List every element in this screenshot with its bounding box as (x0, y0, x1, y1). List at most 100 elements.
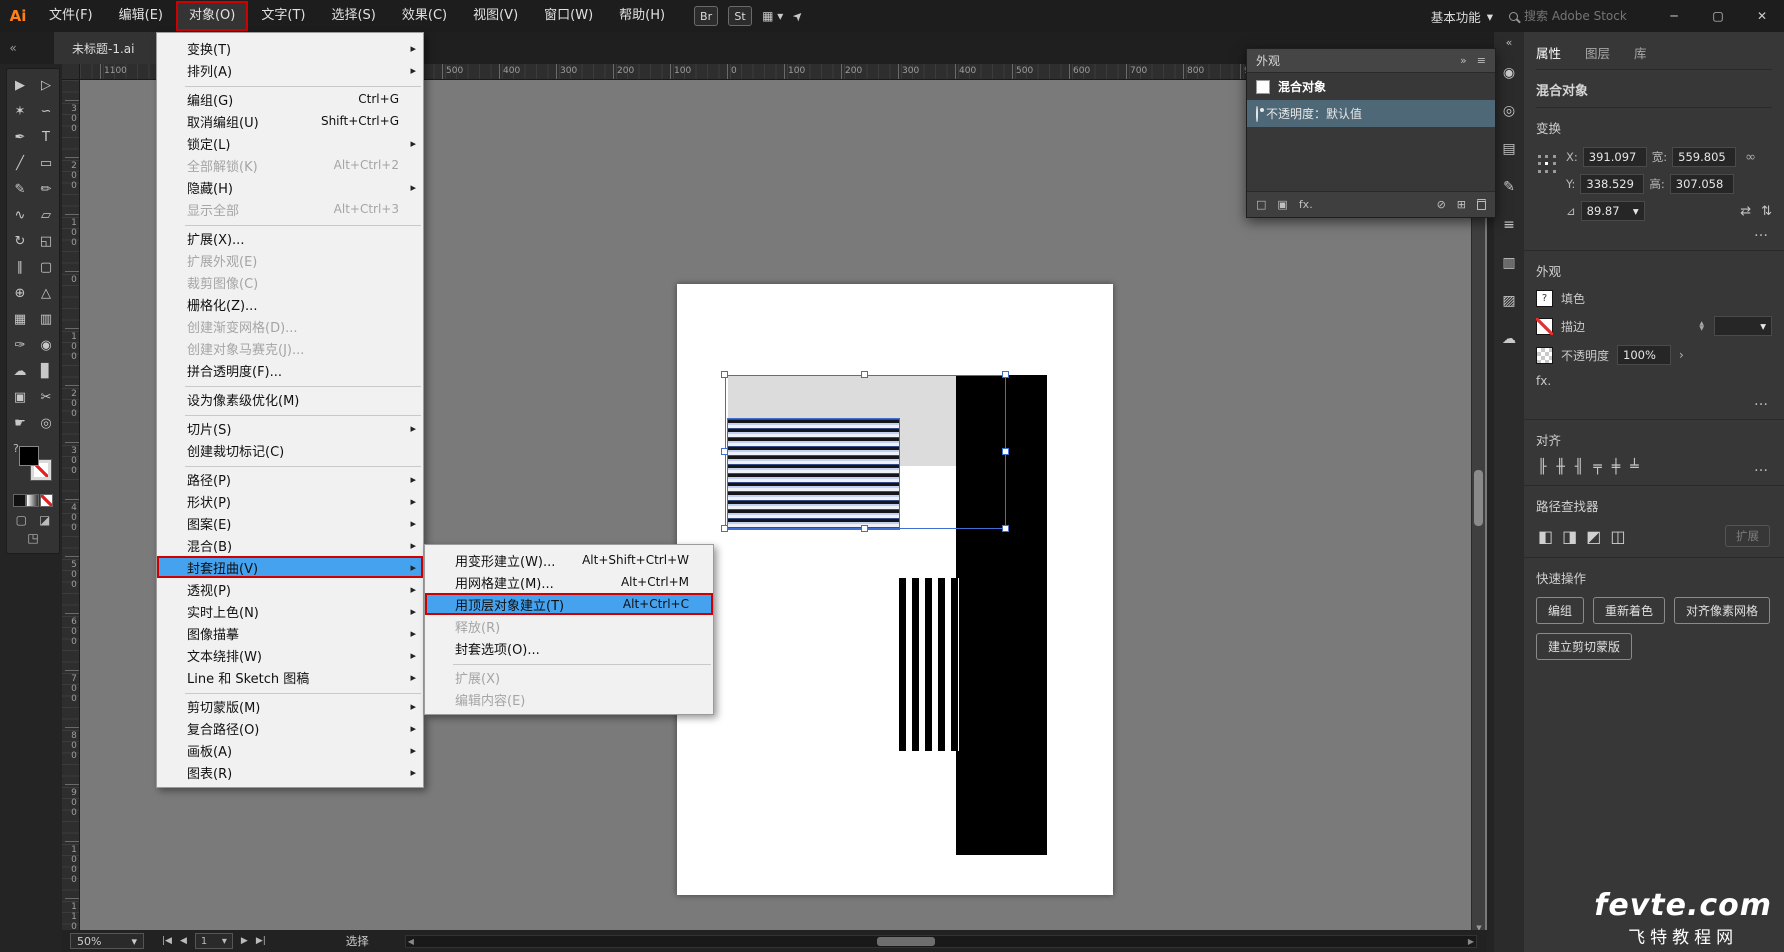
tab-properties[interactable]: 属性 (1536, 43, 1561, 62)
object-menu-clipping-mask[interactable]: 剪切蒙版(M) (157, 695, 423, 717)
object-menu-slice[interactable]: 切片(S) (157, 417, 423, 439)
height-field[interactable] (1670, 174, 1734, 194)
column-graph-tool[interactable]: ▊ (33, 358, 59, 384)
object-menu-expand[interactable]: 扩展(X)... (157, 227, 423, 249)
draw-normal-icon[interactable]: ▢ (16, 513, 27, 527)
envelope-edit-contents[interactable]: 编辑内容(E) (425, 688, 713, 710)
perspective-grid-tool[interactable]: △ (33, 280, 59, 306)
transparency-panel-icon[interactable]: ▨ (1494, 282, 1524, 320)
flip-horizontal-icon[interactable]: ⇄ (1740, 204, 1751, 219)
selection-handle-sw[interactable] (721, 525, 728, 532)
color-guide-panel-icon[interactable]: ◎ (1494, 92, 1524, 130)
object-menu-lock[interactable]: 锁定(L) (157, 132, 423, 154)
duplicate-item-icon[interactable]: ⊞ (1457, 198, 1466, 211)
color-panel-icon[interactable]: ◉ (1494, 54, 1524, 92)
envelope-make-with-warp[interactable]: 用变形建立(W)... Alt+Shift+Ctrl+W (425, 549, 713, 571)
maximize-button[interactable]: ▢ (1704, 9, 1732, 23)
recolor-button[interactable]: 重新着色 (1593, 597, 1665, 624)
object-menu-graph[interactable]: 图表(R) (157, 761, 423, 783)
color-mode-button[interactable] (13, 494, 26, 507)
menu-file[interactable]: 文件(F) (36, 1, 106, 31)
object-menu-ungroup[interactable]: 取消编组(U) Shift+Ctrl+G (157, 110, 423, 132)
vertical-scrollbar-thumb[interactable] (1474, 470, 1483, 526)
align-center-horizontal-icon[interactable]: ╫ (1556, 459, 1564, 475)
gradient-mode-button[interactable] (26, 494, 39, 507)
stroke-weight-stepper[interactable]: ▲▼ (1699, 321, 1704, 331)
selection-handle-s[interactable] (861, 525, 868, 532)
object-menu-show-all[interactable]: 显示全部 Alt+Ctrl+3 (157, 198, 423, 220)
eyedropper-tool[interactable]: ✑ (7, 332, 33, 358)
symbols-panel-icon[interactable]: ☁ (1494, 320, 1524, 358)
shaper-tool[interactable]: ∿ (7, 202, 33, 228)
envelope-release[interactable]: 释放(R) (425, 615, 713, 637)
type-tool[interactable]: T (33, 124, 59, 150)
envelope-make-with-mesh[interactable]: 用网格建立(M)... Alt+Ctrl+M (425, 571, 713, 593)
flip-vertical-icon[interactable]: ⇅ (1761, 204, 1772, 219)
object-menu-group[interactable]: 编组(G) Ctrl+G (157, 88, 423, 110)
pathfinder-minus-front-icon[interactable]: ◨ (1562, 527, 1577, 546)
zoom-level-select[interactable]: 50%▾ (70, 933, 144, 949)
opacity-options-icon[interactable]: › (1679, 348, 1684, 362)
align-bottom-icon[interactable]: ╧ (1630, 459, 1638, 475)
appearance-item-mixed-object[interactable]: 混合对象 (1247, 73, 1495, 100)
rotate-tool[interactable]: ↻ (7, 228, 33, 254)
object-menu-pattern[interactable]: 图案(E) (157, 512, 423, 534)
mesh-tool[interactable]: ▦ (7, 306, 33, 332)
stroke-color-swatch[interactable] (1536, 318, 1553, 335)
pen-tool[interactable]: ✒ (7, 124, 33, 150)
lasso-tool[interactable]: ∽ (33, 98, 59, 124)
width-tool[interactable]: ∥ (7, 254, 33, 280)
blend-tool[interactable]: ◉ (33, 332, 59, 358)
stroke-panel-icon[interactable]: ≡ (1494, 206, 1524, 244)
width-field[interactable] (1672, 147, 1736, 167)
arrange-documents-icon[interactable]: ▦ ▾ (762, 9, 783, 23)
appearance-item-opacity-default[interactable]: 不透明度：默认值 (1247, 100, 1495, 127)
object-menu-expand-appearance[interactable]: 扩展外观(E) (157, 249, 423, 271)
selection-handle-e[interactable] (1002, 448, 1009, 455)
none-mode-button[interactable] (40, 494, 53, 507)
vertical-stripes-shape[interactable] (899, 578, 959, 751)
menu-select[interactable]: 选择(S) (318, 1, 388, 31)
selection-handle-se[interactable] (1002, 525, 1009, 532)
tab-libraries[interactable]: 库 (1634, 43, 1647, 62)
menu-type[interactable]: 文字(T) (248, 1, 318, 31)
object-menu-hide[interactable]: 隐藏(H) (157, 176, 423, 198)
object-menu-image-trace[interactable]: 图像描摹 (157, 622, 423, 644)
add-new-fill-icon[interactable]: ▣ (1277, 198, 1287, 211)
pathfinder-intersect-icon[interactable]: ◩ (1586, 527, 1601, 546)
object-menu-path[interactable]: 路径(P) (157, 468, 423, 490)
object-menu-line-sketch[interactable]: Line 和 Sketch 图稿 (157, 666, 423, 688)
fill-stroke-indicator[interactable]: ? (11, 442, 55, 490)
object-menu-envelope-distort[interactable]: 封套扭曲(V) (157, 556, 423, 578)
fx-button[interactable]: fx. (1536, 374, 1551, 388)
workspace-switcher[interactable]: 基本功能▾ (1431, 7, 1493, 26)
eraser-tool[interactable]: ▱ (33, 202, 59, 228)
stroke-weight-select[interactable]: ▾ (1714, 316, 1772, 336)
envelope-expand[interactable]: 扩展(X) (425, 666, 713, 688)
bridge-button[interactable]: Br (694, 6, 718, 26)
artboard-number-select[interactable]: 1▾ (195, 933, 233, 949)
appearance-more-options[interactable]: … (1538, 393, 1770, 409)
last-artboard-icon[interactable]: ▶| (256, 936, 266, 946)
canvas-horizontal-scrollbar[interactable]: ◀ ▶ (405, 935, 1477, 948)
stock-button[interactable]: St (728, 6, 752, 26)
object-menu-crop-image[interactable]: 裁剪图像(C) (157, 271, 423, 293)
line-segment-tool[interactable]: ╱ (7, 150, 33, 176)
paintbrush-tool[interactable]: ✎ (7, 176, 33, 202)
object-menu-shape[interactable]: 形状(P) (157, 490, 423, 512)
align-top-icon[interactable]: ╤ (1593, 459, 1601, 475)
delete-item-icon[interactable] (1477, 199, 1486, 210)
direct-selection-tool[interactable]: ▷ (33, 72, 59, 98)
group-button[interactable]: 编组 (1536, 597, 1584, 624)
search-input[interactable] (1524, 9, 1644, 23)
object-menu-unlock-all[interactable]: 全部解锁(K) Alt+Ctrl+2 (157, 154, 423, 176)
panel-menu-icon[interactable]: ≡ (1477, 54, 1486, 67)
menu-edit[interactable]: 编辑(E) (106, 1, 176, 31)
rectangle-tool[interactable]: ▭ (33, 150, 59, 176)
object-menu-create-object-mosaic[interactable]: 创建对象马赛克(J)... (157, 337, 423, 359)
menu-view[interactable]: 视图(V) (460, 1, 531, 31)
menu-help[interactable]: 帮助(H) (606, 1, 678, 31)
object-menu-transform[interactable]: 变换(T) (157, 37, 423, 59)
free-transform-tool[interactable]: ▢ (33, 254, 59, 280)
envelope-make-with-top-object[interactable]: 用顶层对象建立(T) Alt+Ctrl+C (425, 593, 713, 615)
